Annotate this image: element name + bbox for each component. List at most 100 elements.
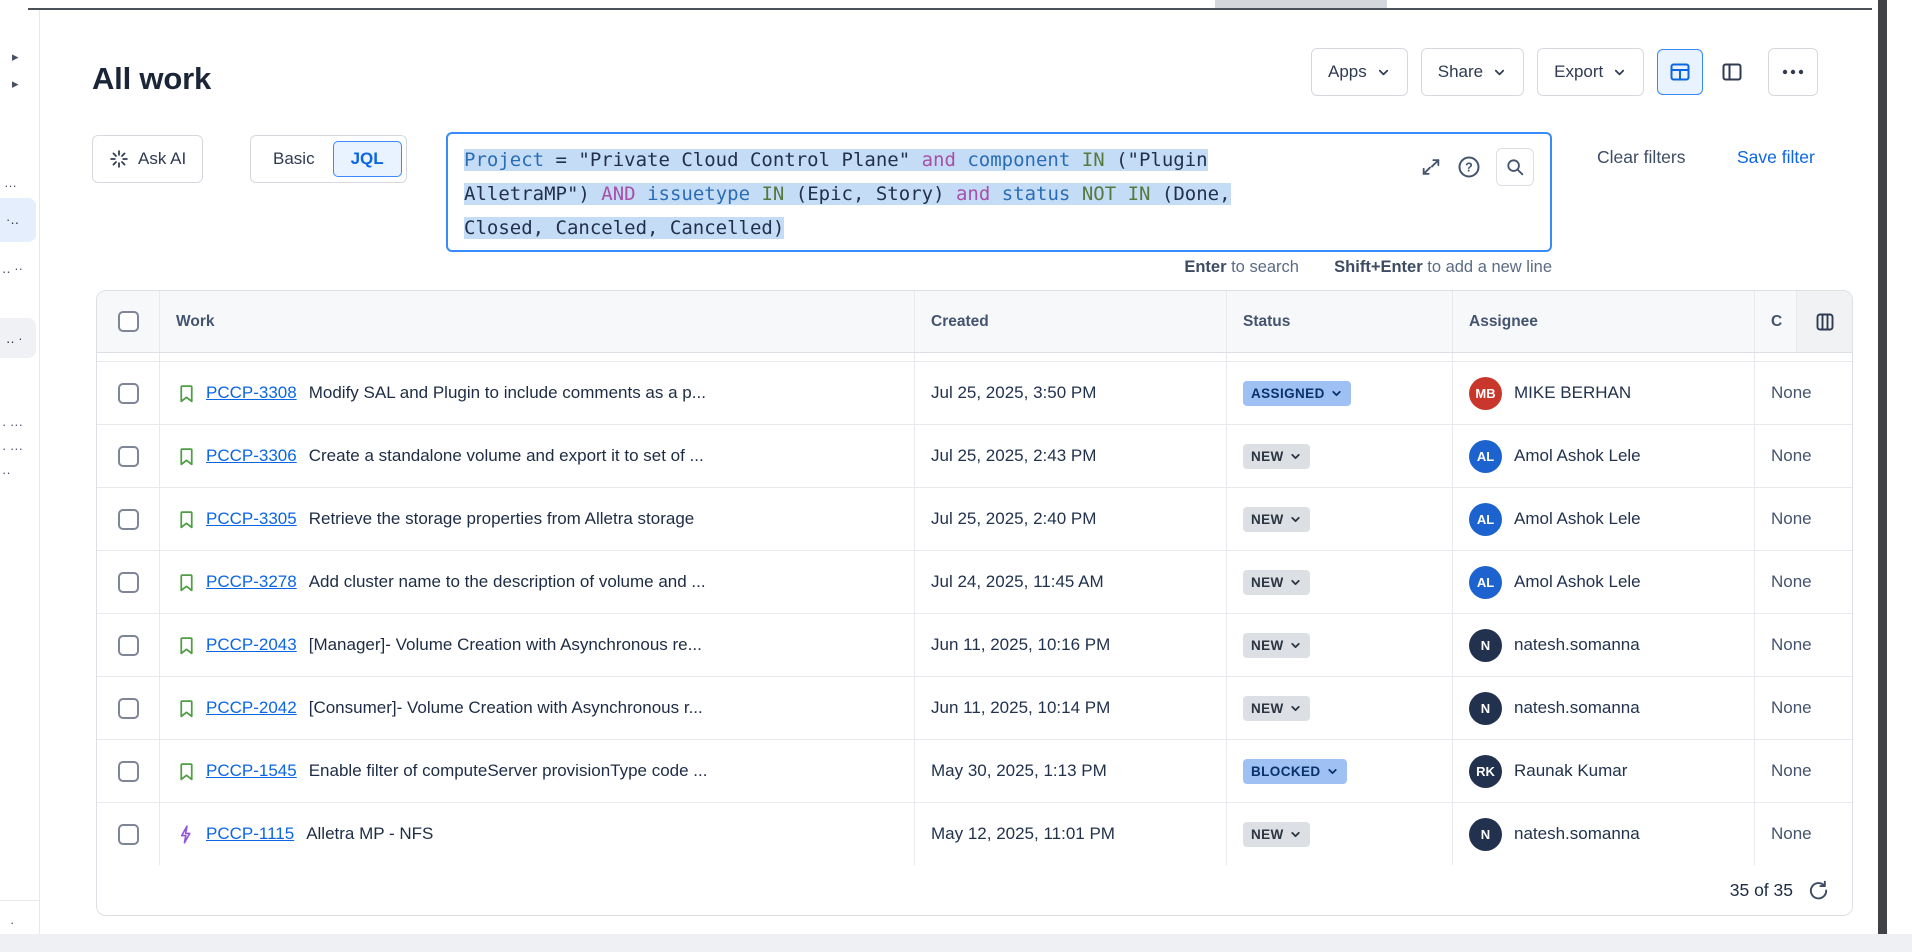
status-label: NEW xyxy=(1251,701,1284,716)
window-tab-remnant xyxy=(1215,0,1387,8)
select-all-header-cell xyxy=(97,291,159,352)
avatar[interactable]: AL xyxy=(1469,503,1502,536)
assignee-name: Amol Ashok Lele xyxy=(1514,572,1641,592)
avatar[interactable]: N xyxy=(1469,629,1502,662)
status-badge[interactable]: NEW xyxy=(1243,633,1310,658)
column-header-assignee[interactable]: Assignee xyxy=(1452,291,1754,352)
jql-help-button[interactable]: ? xyxy=(1457,155,1481,179)
configure-columns-button[interactable] xyxy=(1796,291,1852,352)
assignee-cell: AL Amol Ashok Lele xyxy=(1452,425,1754,487)
avatar[interactable]: AL xyxy=(1469,566,1502,599)
jql-token xyxy=(1070,183,1081,205)
apps-button[interactable]: Apps xyxy=(1311,48,1408,96)
status-cell: BLOCKED xyxy=(1226,740,1452,802)
row-checkbox[interactable] xyxy=(118,635,139,656)
share-button[interactable]: Share xyxy=(1421,48,1524,96)
detail-view-button[interactable] xyxy=(1709,49,1755,95)
sidebar-chevron-icon[interactable]: ▸ xyxy=(12,50,19,63)
table-view-button[interactable] xyxy=(1657,49,1703,95)
column-header-extra-label: C xyxy=(1771,313,1782,331)
story-icon xyxy=(176,446,197,467)
jql-editor[interactable]: Project = "Private Cloud Control Plane" … xyxy=(446,132,1552,252)
status-badge[interactable]: NEW xyxy=(1243,444,1310,469)
jql-token: NOT IN xyxy=(1082,183,1151,205)
select-all-checkbox[interactable] xyxy=(118,311,139,332)
issue-summary[interactable]: Retrieve the storage properties from All… xyxy=(309,509,695,529)
issue-key-link[interactable]: PCCP-3308 xyxy=(206,383,297,403)
status-badge[interactable]: NEW xyxy=(1243,507,1310,532)
jql-search-button[interactable] xyxy=(1496,148,1534,186)
assignee-name: Amol Ashok Lele xyxy=(1514,509,1641,529)
issue-summary[interactable]: Add cluster name to the description of v… xyxy=(309,572,706,592)
sidebar-chevron-icon[interactable]: ▸ xyxy=(12,77,19,90)
issue-summary[interactable]: Create a standalone volume and export it… xyxy=(309,446,704,466)
status-badge[interactable]: BLOCKED xyxy=(1243,759,1347,784)
status-badge[interactable]: NEW xyxy=(1243,570,1310,595)
avatar[interactable]: AL xyxy=(1469,440,1502,473)
issue-summary[interactable]: Alletra MP - NFS xyxy=(306,824,433,844)
row-checkbox[interactable] xyxy=(118,509,139,530)
created-cell: Jun 11, 2025, 10:16 PM xyxy=(914,614,1226,676)
jql-editor-icons: ? xyxy=(1420,148,1534,186)
more-actions-button[interactable] xyxy=(1768,48,1818,96)
work-cell: PCCP-1115 Alletra MP - NFS xyxy=(159,803,914,865)
avatar[interactable]: N xyxy=(1469,692,1502,725)
table-row: PCCP-3305 Retrieve the storage propertie… xyxy=(97,488,1852,551)
assignee-cell: N natesh.somanna xyxy=(1452,803,1754,865)
created-value: May 30, 2025, 1:13 PM xyxy=(931,761,1107,781)
status-badge[interactable]: ASSIGNED xyxy=(1243,381,1351,406)
work-cell: PCCP-1545 Enable filter of computeServer… xyxy=(159,740,914,802)
created-value: Jul 25, 2025, 2:40 PM xyxy=(931,509,1096,529)
column-header-created[interactable]: Created xyxy=(914,291,1226,352)
extra-cell: None xyxy=(1754,614,1852,676)
issue-key-link[interactable]: PCCP-3278 xyxy=(206,572,297,592)
created-value: Jun 11, 2025, 10:14 PM xyxy=(931,698,1110,718)
issue-summary[interactable]: [Consumer]- Volume Creation with Asynchr… xyxy=(309,698,703,718)
issue-key-link[interactable]: PCCP-2043 xyxy=(206,635,297,655)
ask-ai-label: Ask AI xyxy=(138,149,186,169)
row-checkbox[interactable] xyxy=(118,446,139,467)
avatar[interactable]: MB xyxy=(1469,377,1502,410)
row-checkbox[interactable] xyxy=(118,572,139,593)
row-select-cell xyxy=(97,677,159,739)
sidebar-ellipsis-icon[interactable]: … xyxy=(4,176,19,189)
row-checkbox[interactable] xyxy=(118,698,139,719)
avatar[interactable]: RK xyxy=(1469,755,1502,788)
sidebar-item-fragment: · ··· xyxy=(2,442,23,455)
extra-cell: None xyxy=(1754,425,1852,487)
mode-jql-button[interactable]: JQL xyxy=(333,141,402,177)
ask-ai-button[interactable]: Ask AI xyxy=(92,135,203,183)
extra-value: None xyxy=(1771,824,1812,844)
assignee-cell: AL Amol Ashok Lele xyxy=(1452,551,1754,613)
issue-summary[interactable]: [Manager]- Volume Creation with Asynchro… xyxy=(309,635,702,655)
work-cell: PCCP-2042 [Consumer]- Volume Creation wi… xyxy=(159,677,914,739)
chevron-down-icon xyxy=(1376,65,1391,80)
issue-key-link[interactable]: PCCP-3305 xyxy=(206,509,297,529)
refresh-button[interactable] xyxy=(1807,879,1830,902)
issue-key-link[interactable]: PCCP-2042 xyxy=(206,698,297,718)
avatar[interactable]: N xyxy=(1469,818,1502,851)
clear-filters-button[interactable]: Clear filters xyxy=(1597,147,1686,168)
table-row: PCCP-1115 Alletra MP - NFS May 12, 2025,… xyxy=(97,803,1852,866)
issue-key-link[interactable]: PCCP-1545 xyxy=(206,761,297,781)
created-value: Jul 25, 2025, 3:50 PM xyxy=(931,383,1096,403)
search-mode-toggle: Basic JQL xyxy=(250,135,407,183)
row-checkbox[interactable] xyxy=(118,383,139,404)
column-header-status[interactable]: Status xyxy=(1226,291,1452,352)
row-checkbox[interactable] xyxy=(118,824,139,845)
work-cell: PCCP-3308 Modify SAL and Plugin to inclu… xyxy=(159,362,914,424)
row-checkbox[interactable] xyxy=(118,761,139,782)
table-row: PCCP-1545 Enable filter of computeServer… xyxy=(97,740,1852,803)
status-badge[interactable]: NEW xyxy=(1243,822,1310,847)
save-filter-button[interactable]: Save filter xyxy=(1737,147,1815,168)
mode-basic-button[interactable]: Basic xyxy=(255,149,333,169)
status-badge[interactable]: NEW xyxy=(1243,696,1310,721)
issue-key-link[interactable]: PCCP-3306 xyxy=(206,446,297,466)
column-header-work[interactable]: Work xyxy=(159,291,914,352)
expand-editor-button[interactable] xyxy=(1420,156,1442,178)
export-button[interactable]: Export xyxy=(1537,48,1644,96)
column-header-extra[interactable]: C xyxy=(1754,291,1852,352)
issue-summary[interactable]: Modify SAL and Plugin to include comment… xyxy=(309,383,706,403)
issue-summary[interactable]: Enable filter of computeServer provision… xyxy=(309,761,708,781)
issue-key-link[interactable]: PCCP-1115 xyxy=(206,824,294,844)
